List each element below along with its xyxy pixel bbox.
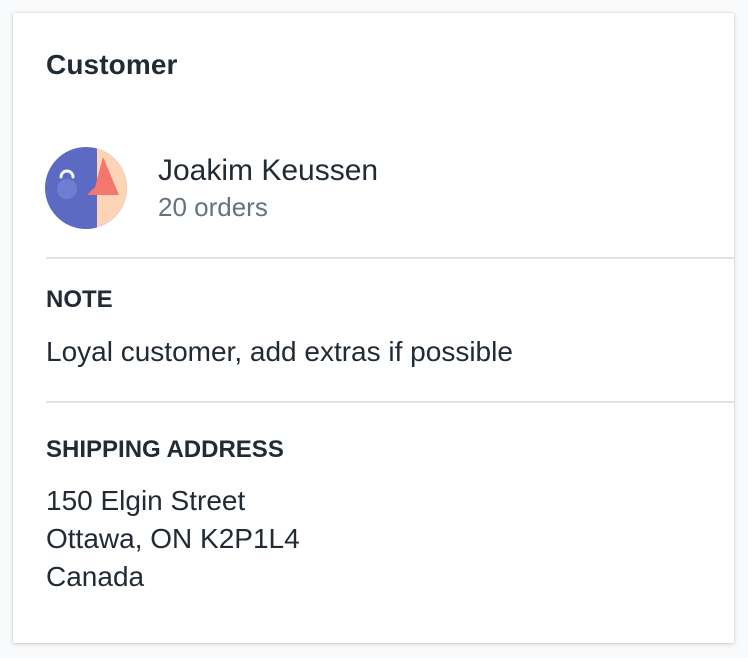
- customer-avatar-icon[interactable]: [45, 147, 127, 229]
- shipping-address: 150 Elgin Street Ottawa, ON K2P1L4 Canad…: [46, 482, 300, 596]
- avatar-illustration: [45, 147, 127, 229]
- customer-name-link[interactable]: Joakim Keussen: [158, 152, 378, 190]
- customer-order-count: 20 orders: [158, 192, 268, 222]
- note-heading: NOTE: [46, 286, 113, 313]
- address-line: Canada: [46, 561, 145, 592]
- divider: [46, 257, 734, 259]
- note-text: Loyal customer, add extras if possible: [46, 336, 513, 367]
- divider: [46, 401, 734, 403]
- address-line: 150 Elgin Street: [46, 485, 246, 516]
- customer-info: Joakim Keussen 20 orders: [158, 152, 378, 224]
- address-line: Ottawa, ON K2P1L4: [46, 523, 300, 554]
- customer-card: Customer Joakim Keussen 20 orders NOTE L…: [13, 13, 734, 643]
- customer-summary: Joakim Keussen 20 orders: [45, 147, 378, 229]
- card-title: Customer: [46, 49, 178, 80]
- shipping-address-heading: SHIPPING ADDRESS: [46, 436, 284, 463]
